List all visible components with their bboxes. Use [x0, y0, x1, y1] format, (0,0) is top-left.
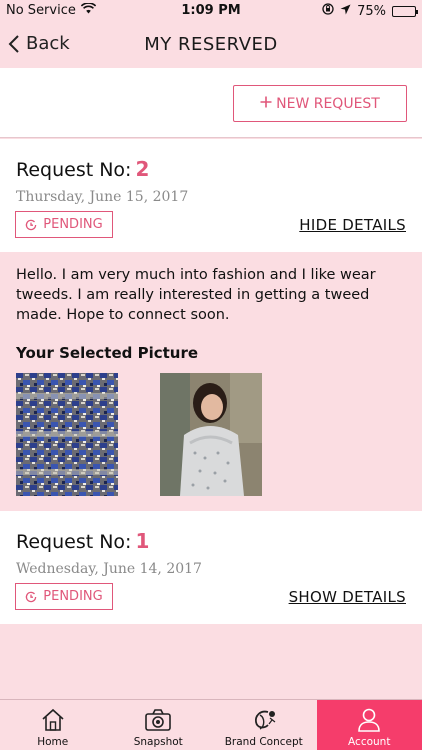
selected-picture-tweed-fabric[interactable]: [16, 373, 118, 496]
request-message: Hello. I am very much into fashion and I…: [16, 267, 376, 323]
clock-icon: [26, 591, 37, 602]
status-bar: No Service 1:09 PM 75%: [0, 0, 422, 22]
tab-bar: Home Snapshot Brand Concept Account: [0, 699, 422, 750]
tab-snapshot[interactable]: Snapshot: [106, 700, 212, 750]
battery-icon: [392, 5, 418, 17]
plus-icon: [260, 96, 272, 112]
selected-picture-heading: Your Selected Picture: [16, 344, 199, 362]
page-title: MY RESERVED: [144, 34, 278, 55]
request-title-label: Request No:: [16, 159, 132, 181]
show-details-link[interactable]: SHOW DETAILS: [289, 588, 406, 606]
tab-label: Account: [348, 736, 391, 748]
new-request-label: NEW REQUEST: [276, 95, 380, 112]
request-number: 1: [135, 529, 150, 553]
tab-label: Brand Concept: [224, 736, 303, 748]
request-details-panel: Hello. I am very much into fashion and I…: [0, 252, 422, 510]
request-title: Request No: 2: [16, 157, 149, 181]
request-date: Thursday, June 15, 2017: [16, 189, 189, 205]
tab-home[interactable]: Home: [0, 700, 106, 750]
battery-percent: 75%: [357, 3, 386, 19]
request-title-label: Request No:: [16, 531, 132, 553]
status-badge: PENDING: [15, 583, 113, 610]
camera-icon: [145, 709, 172, 731]
tab-label: Home: [37, 736, 69, 748]
request-card: Request No: 1 Wednesday, June 14, 2017 P…: [0, 511, 422, 624]
request-number: 2: [135, 157, 150, 181]
user-icon: [358, 708, 381, 732]
rotation-lock-icon: [322, 3, 334, 19]
brand-logo-icon: [254, 710, 276, 730]
new-request-button[interactable]: NEW REQUEST: [233, 85, 407, 122]
clock-icon: [26, 219, 37, 230]
hide-details-link[interactable]: HIDE DETAILS: [299, 216, 406, 234]
selected-picture-model[interactable]: [160, 373, 262, 496]
status-label: PENDING: [43, 589, 103, 604]
request-title: Request No: 1: [16, 529, 149, 553]
request-date: Wednesday, June 14, 2017: [16, 561, 202, 577]
navigation-bar: Back MY RESERVED: [0, 22, 422, 68]
tab-label: Snapshot: [133, 736, 183, 748]
tab-brand-concept[interactable]: Brand Concept: [211, 700, 317, 750]
home-icon: [42, 708, 64, 731]
location-arrow-icon: [340, 4, 351, 19]
tab-account[interactable]: Account: [316, 700, 422, 750]
request-card: Request No: 2 Thursday, June 15, 2017 PE…: [0, 139, 422, 252]
status-label: PENDING: [43, 217, 103, 232]
status-badge: PENDING: [15, 211, 113, 238]
toolbar: NEW REQUEST: [0, 68, 422, 138]
